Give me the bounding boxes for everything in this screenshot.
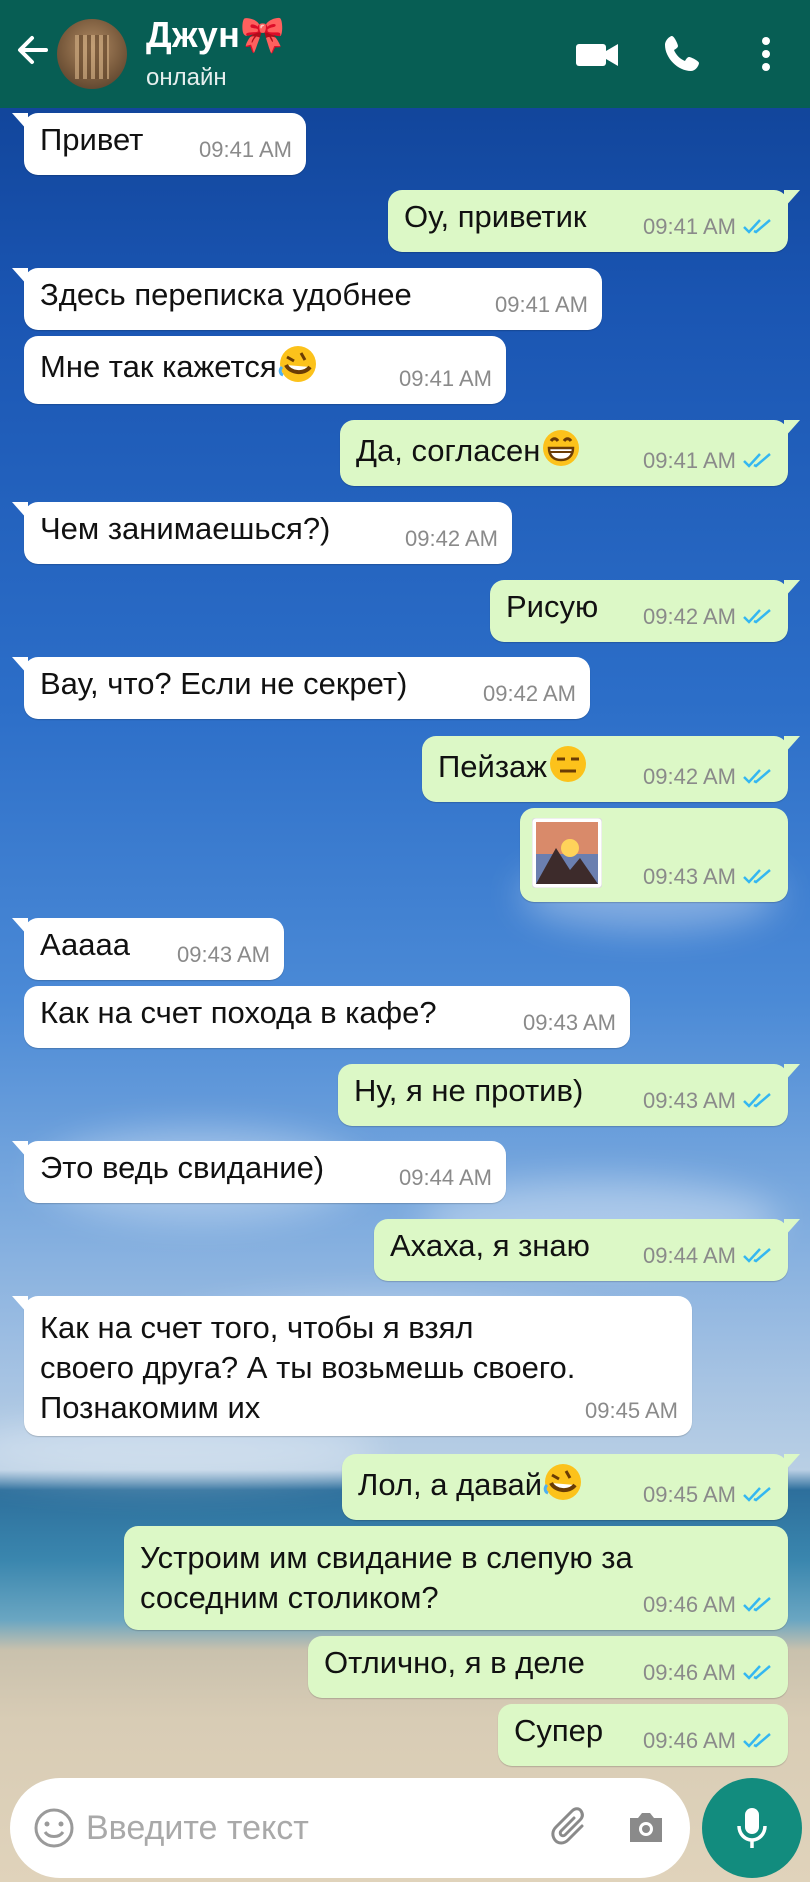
message-incoming[interactable]: Ааааа 09:43 AM xyxy=(12,918,284,980)
expressionless-emoji-icon xyxy=(550,746,587,782)
message-text: Здесь переписка удобнее xyxy=(40,277,412,312)
message-outgoing-image[interactable]: 09:43 AM xyxy=(520,808,788,902)
message-outgoing[interactable]: Лол, а давай 09:45 AM xyxy=(342,1454,800,1520)
emoji-picker-icon[interactable] xyxy=(32,1806,76,1850)
message-time: 09:45 AM xyxy=(643,1482,736,1507)
message-outgoing[interactable]: Рисую 09:42 AM xyxy=(490,580,800,642)
read-ticks-icon xyxy=(743,1487,771,1502)
message-text: Супер xyxy=(514,1713,604,1748)
read-ticks-icon xyxy=(743,219,771,234)
message-text: Как на счет того, чтобы я взял своего др… xyxy=(40,1310,576,1425)
contact-status: онлайн xyxy=(146,64,227,91)
message-text: Устроим им свидание в слепую за соседним… xyxy=(140,1540,633,1615)
message-time: 09:41 AM xyxy=(399,366,492,391)
message-time: 09:42 AM xyxy=(643,764,736,789)
message-outgoing[interactable]: Устроим им свидание в слепую за соседним… xyxy=(124,1526,788,1630)
message-time: 09:42 AM xyxy=(643,604,736,629)
message-time: 09:44 AM xyxy=(399,1165,492,1190)
message-incoming[interactable]: Как на счет того, чтобы я взял своего др… xyxy=(12,1296,692,1436)
message-text: Ну, я не против) xyxy=(354,1073,584,1108)
read-ticks-icon xyxy=(743,1597,771,1612)
message-text: Как на счет похода в кафе? xyxy=(40,995,437,1030)
phone-call-icon[interactable] xyxy=(660,32,704,76)
chat-header: Джун🎀 онлайн xyxy=(0,0,810,108)
read-ticks-icon xyxy=(743,769,771,784)
message-input[interactable] xyxy=(86,1804,466,1852)
message-time: 09:44 AM xyxy=(643,1243,736,1268)
more-options-icon[interactable] xyxy=(748,32,784,76)
message-text: Мне так кажется xyxy=(40,349,277,384)
message-text: Отлично, я в деле xyxy=(324,1645,585,1680)
back-arrow-icon[interactable] xyxy=(12,30,52,70)
message-text: Да, согласен xyxy=(356,433,541,468)
read-ticks-icon xyxy=(743,609,771,624)
message-composer xyxy=(10,1778,690,1878)
read-ticks-icon xyxy=(743,1733,771,1748)
message-time: 09:43 AM xyxy=(523,1010,616,1035)
message-text: Привет xyxy=(40,122,144,157)
message-incoming[interactable]: Здесь переписка удобнее 09:41 AM xyxy=(12,268,602,330)
message-time: 09:41 AM xyxy=(199,137,292,162)
message-text: Ахаха, я знаю xyxy=(390,1228,590,1263)
message-outgoing[interactable]: Пейзаж 09:42 AM xyxy=(422,736,800,802)
message-time: 09:46 AM xyxy=(643,1660,736,1685)
message-text: Вау, что? Если не секрет) xyxy=(40,666,408,701)
read-ticks-icon xyxy=(743,1093,771,1108)
camera-icon[interactable] xyxy=(624,1806,668,1850)
message-incoming[interactable]: Как на счет похода в кафе? 09:43 AM xyxy=(24,986,630,1048)
microphone-icon xyxy=(737,1808,767,1848)
read-ticks-icon xyxy=(743,1248,771,1263)
message-text: Пейзаж xyxy=(438,749,548,784)
message-outgoing[interactable]: Да, согласен 09:41 AM xyxy=(340,420,800,486)
message-incoming[interactable]: Чем занимаешься?) 09:42 AM xyxy=(12,502,512,564)
message-time: 09:43 AM xyxy=(643,1088,736,1113)
message-time: 09:41 AM xyxy=(643,214,736,239)
message-incoming[interactable]: Это ведь свидание) 09:44 AM xyxy=(12,1141,506,1203)
video-call-icon[interactable] xyxy=(572,32,622,76)
message-time: 09:41 AM xyxy=(643,448,736,473)
message-outgoing[interactable]: Отлично, я в деле 09:46 AM xyxy=(308,1636,788,1698)
attachment-icon[interactable] xyxy=(548,1804,594,1852)
read-ticks-icon xyxy=(743,453,771,468)
message-incoming[interactable]: Привет 09:41 AM xyxy=(12,113,306,175)
contact-name[interactable]: Джун🎀 xyxy=(146,14,285,56)
sunrise-mountains-emoji-icon xyxy=(532,818,602,888)
message-text: Это ведь свидание) xyxy=(40,1150,325,1185)
message-time: 09:42 AM xyxy=(483,681,576,706)
message-time: 09:42 AM xyxy=(405,526,498,551)
message-text: Рисую xyxy=(506,589,599,624)
message-outgoing[interactable]: Супер 09:46 AM xyxy=(498,1704,788,1766)
message-outgoing[interactable]: Оу, приветик 09:41 AM xyxy=(388,190,800,252)
message-text: Оу, приветик xyxy=(404,199,587,234)
message-time: 09:46 AM xyxy=(643,1728,736,1753)
message-text: Лол, а давай xyxy=(358,1467,543,1502)
message-time: 09:46 AM xyxy=(643,1592,736,1617)
message-incoming[interactable]: Мне так кажется 09:41 AM xyxy=(24,336,506,404)
read-ticks-icon xyxy=(743,869,771,884)
message-time: 09:41 AM xyxy=(495,292,588,317)
message-time: 09:45 AM xyxy=(585,1398,678,1423)
contact-avatar[interactable] xyxy=(57,19,127,89)
message-time: 09:43 AM xyxy=(643,864,736,889)
message-outgoing[interactable]: Ахаха, я знаю 09:44 AM xyxy=(374,1219,800,1281)
rofl-emoji-icon xyxy=(278,346,316,382)
message-text: Ааааа xyxy=(40,927,130,962)
message-time: 09:43 AM xyxy=(177,942,270,967)
message-outgoing[interactable]: Ну, я не против) 09:43 AM xyxy=(338,1064,800,1126)
rofl-emoji-icon xyxy=(543,1464,582,1500)
message-text: Чем занимаешься?) xyxy=(40,511,331,546)
read-ticks-icon xyxy=(743,1665,771,1680)
voice-record-button[interactable] xyxy=(702,1778,802,1878)
message-incoming[interactable]: Вау, что? Если не секрет) 09:42 AM xyxy=(12,657,590,719)
grinning-emoji-icon xyxy=(543,430,580,466)
